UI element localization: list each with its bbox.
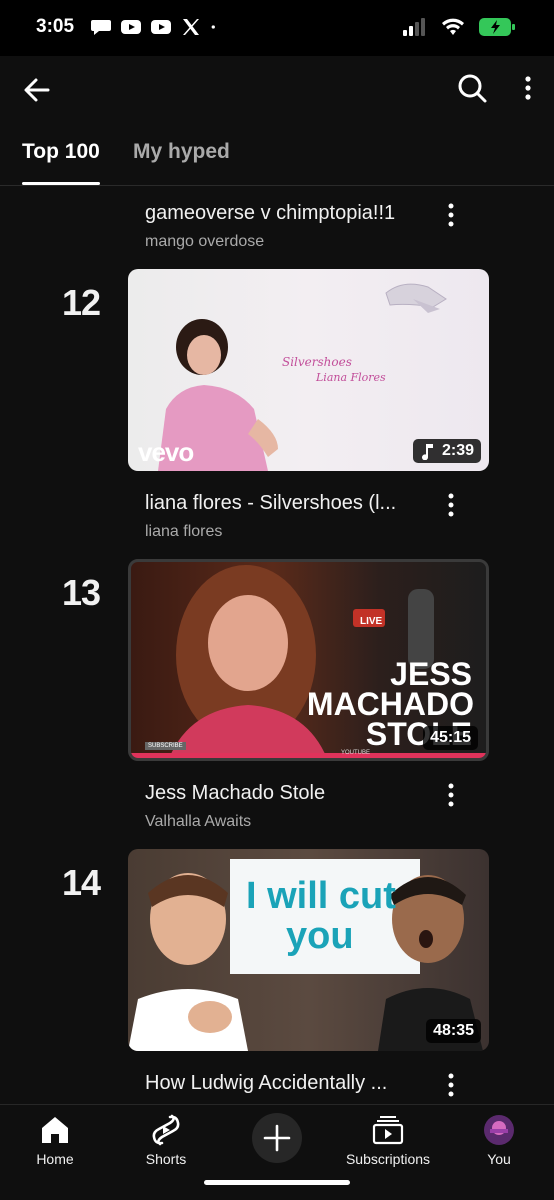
live-sign: LIVE bbox=[360, 616, 383, 627]
subscriptions-icon bbox=[372, 1116, 404, 1145]
vevo-logo: vevo bbox=[138, 437, 194, 467]
nav-home[interactable]: Home bbox=[10, 1113, 100, 1167]
video-thumbnail[interactable]: LIVE JESS MACHADO STOLE SUBSCRIBE YOUTUB… bbox=[128, 559, 489, 761]
video-thumbnail[interactable]: Silvershoes Liana Flores vevo 2:39 bbox=[128, 269, 489, 471]
nav-shorts[interactable]: Shorts bbox=[121, 1113, 211, 1167]
tab-bar: Top 100 My hyped bbox=[0, 124, 554, 186]
youtube-icon bbox=[151, 20, 171, 34]
status-bar: 3:05 bbox=[0, 0, 554, 56]
channel-name[interactable]: liana flores bbox=[145, 523, 222, 541]
more-vert-icon[interactable] bbox=[440, 490, 462, 520]
nav-label: Subscriptions bbox=[345, 1151, 431, 1167]
avatar bbox=[484, 1115, 514, 1145]
home-indicator bbox=[204, 1180, 350, 1185]
video-title[interactable]: gameoverse v chimptopia!!1 bbox=[145, 202, 425, 225]
rank-number: 14 bbox=[62, 862, 101, 903]
thumbnail-headline: I will cut bbox=[246, 875, 396, 917]
duration-text: 48:35 bbox=[433, 1022, 474, 1039]
back-button[interactable] bbox=[18, 72, 58, 108]
shorts-icon bbox=[152, 1114, 180, 1146]
thumbnail-script-text: Silvershoes bbox=[282, 355, 352, 369]
thumbnail-headline: you bbox=[286, 915, 354, 957]
nav-label: Shorts bbox=[145, 1151, 187, 1167]
youtube-icon bbox=[121, 20, 141, 34]
chat-bubble-icon bbox=[91, 20, 111, 35]
more-vert-icon[interactable] bbox=[440, 200, 462, 230]
cell-signal-icon bbox=[403, 18, 425, 36]
nav-label: Home bbox=[36, 1151, 74, 1167]
rank-number: 12 bbox=[62, 282, 101, 323]
top-app-bar bbox=[0, 56, 554, 124]
thumbnail-footer-text: YOUTUBE bbox=[341, 750, 371, 756]
dot-icon bbox=[211, 25, 215, 29]
bottom-navigation: Home Shorts Subscriptions You bbox=[0, 1104, 554, 1200]
nav-label: You bbox=[487, 1151, 511, 1167]
active-tab-indicator bbox=[22, 182, 100, 185]
status-system-icons bbox=[402, 16, 518, 38]
video-title[interactable]: How Ludwig Accidentally ... bbox=[145, 1072, 425, 1095]
channel-name[interactable]: mango overdose bbox=[145, 233, 264, 251]
nav-you[interactable]: You bbox=[454, 1113, 544, 1167]
channel-name[interactable]: Valhalla Awaits bbox=[145, 813, 251, 831]
status-time: 3:05 bbox=[36, 16, 75, 37]
more-vert-icon[interactable] bbox=[440, 780, 462, 810]
home-icon bbox=[42, 1117, 68, 1143]
duration-badge: 2:39 bbox=[412, 439, 481, 463]
status-notification-icons bbox=[90, 18, 222, 36]
x-logo-icon bbox=[183, 19, 199, 35]
duration-text: 2:39 bbox=[441, 442, 474, 459]
thumbnail-script-text: Liana Flores bbox=[316, 371, 386, 384]
search-icon bbox=[458, 74, 487, 103]
duration-text: 45:15 bbox=[430, 729, 471, 746]
video-thumbnail[interactable]: I will cut you 48:35 bbox=[128, 849, 489, 1051]
battery-charging-icon bbox=[479, 18, 515, 36]
search-button[interactable] bbox=[454, 70, 490, 106]
nav-subscriptions[interactable]: Subscriptions bbox=[343, 1113, 433, 1167]
music-note-icon bbox=[421, 444, 433, 460]
create-button[interactable] bbox=[252, 1113, 302, 1163]
duration-badge: 45:15 bbox=[423, 726, 478, 750]
tab-my-hyped[interactable]: My hyped bbox=[133, 140, 230, 164]
more-options-button[interactable] bbox=[518, 70, 538, 106]
subscribe-tag: SUBSCRIBE bbox=[145, 742, 186, 750]
arrow-left-icon bbox=[24, 78, 50, 102]
video-title[interactable]: Jess Machado Stole bbox=[145, 782, 425, 805]
tab-top-100[interactable]: Top 100 bbox=[22, 140, 100, 164]
more-vert-icon[interactable] bbox=[440, 1070, 462, 1100]
wifi-icon bbox=[442, 18, 464, 35]
plus-icon bbox=[263, 1124, 291, 1152]
more-vert-icon bbox=[525, 76, 531, 100]
video-title[interactable]: liana flores - Silvershoes (l... bbox=[145, 492, 425, 515]
rank-number: 13 bbox=[62, 572, 101, 613]
duration-badge: 48:35 bbox=[426, 1019, 481, 1043]
